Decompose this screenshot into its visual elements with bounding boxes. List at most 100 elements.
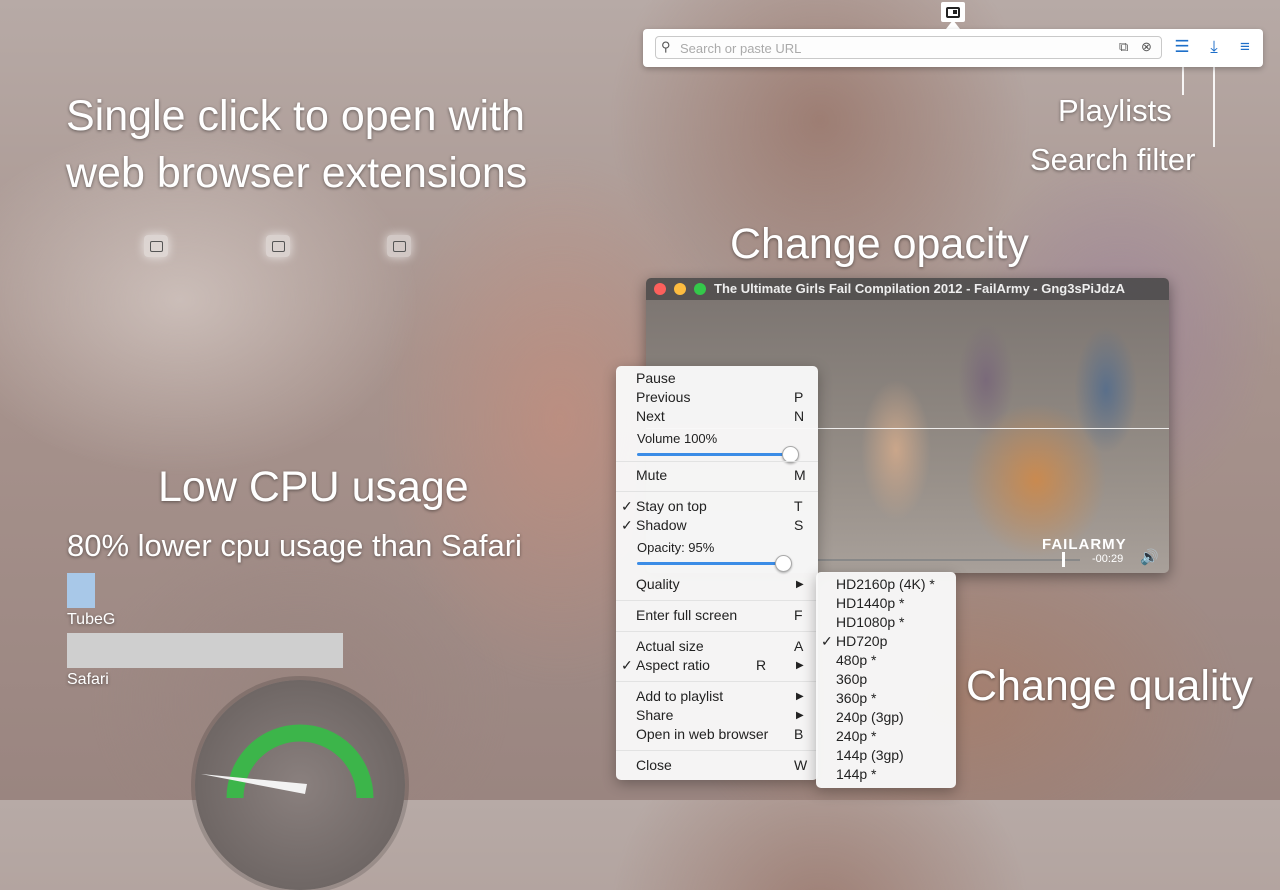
quality-option[interactable]: 144p (3gp)	[816, 746, 956, 765]
menu-item-pause[interactable]: Pause	[616, 369, 818, 388]
menu-item-label: Aspect ratio	[636, 657, 710, 673]
seek-knob[interactable]	[1062, 552, 1065, 567]
headline-change-quality: Change quality	[966, 662, 1253, 710]
playlists-pointer-line	[1182, 67, 1184, 95]
menu-item-mute[interactable]: Mute M	[616, 466, 818, 485]
search-filter-button[interactable]: ⤓	[1204, 38, 1224, 56]
headline-single-click-line2: web browser extensions	[66, 149, 528, 197]
video-window-icon	[392, 240, 406, 252]
menu-item-label: Close	[636, 757, 672, 773]
menu-item-share[interactable]: Share ▶	[616, 706, 818, 725]
quality-option[interactable]: HD1440p *	[816, 594, 956, 613]
quality-option-label: HD2160p (4K) *	[836, 576, 935, 592]
menu-item-shortcut: N	[794, 408, 805, 424]
popover-toolbar: ⚲ ⧉ ⊗ ☰ ⤓ ≡	[643, 29, 1263, 67]
headline-low-cpu: Low CPU usage	[158, 463, 469, 511]
quality-option[interactable]: 360p *	[816, 689, 956, 708]
menu-separator	[616, 631, 818, 632]
menu-item-aspect-ratio[interactable]: ✓ Aspect ratio R ▶	[616, 656, 818, 675]
player-titlebar: The Ultimate Girls Fail Compilation 2012…	[646, 278, 1169, 300]
cpu-gauge	[195, 680, 405, 890]
submenu-arrow-icon: ▶	[796, 579, 804, 590]
menu-item-label: Stay on top	[636, 498, 707, 514]
volume-label-text: Volume 100%	[637, 431, 718, 446]
menu-item-label: Shadow	[636, 517, 687, 533]
quality-option[interactable]: 360p	[816, 670, 956, 689]
menu-item-next[interactable]: Next N	[616, 407, 818, 426]
quality-option[interactable]: HD1080p *	[816, 613, 956, 632]
video-watermark: FAILARMY	[1042, 536, 1127, 553]
menu-item-label: Add to playlist	[636, 688, 724, 704]
volume-icon[interactable]: 🔊	[1140, 548, 1159, 566]
search-input[interactable]	[678, 38, 1102, 58]
paste-icon[interactable]: ⧉	[1119, 39, 1128, 55]
headline-single-click: Single click to open with web browser ex…	[66, 88, 527, 202]
video-window-icon	[271, 240, 285, 252]
menu-item-stay-on-top[interactable]: ✓ Stay on top T	[616, 497, 818, 516]
menu-item-add-to-playlist[interactable]: Add to playlist ▶	[616, 687, 818, 706]
menu-item-shortcut: T	[794, 498, 803, 514]
zoom-window-button[interactable]	[694, 283, 706, 295]
checkmark-icon: ✓	[621, 517, 633, 533]
menu-item-label: Enter full screen	[636, 607, 738, 623]
quality-option[interactable]: HD2160p (4K) *	[816, 575, 956, 594]
opacity-label-text: Opacity: 95%	[637, 540, 715, 555]
quality-option-label: 144p (3gp)	[836, 747, 904, 763]
submenu-arrow-icon: ▶	[796, 710, 804, 721]
menu-item-close[interactable]: Close W	[616, 756, 818, 775]
menu-item-shortcut: S	[794, 517, 804, 533]
menu-separator	[616, 681, 818, 682]
search-icon: ⚲	[661, 39, 671, 54]
quality-option[interactable]: 144p *	[816, 765, 956, 784]
menu-button[interactable]: ≡	[1235, 38, 1255, 56]
menu-item-shortcut: M	[794, 467, 806, 483]
headline-cpu-sub: 80% lower cpu usage than Safari	[67, 528, 522, 563]
menu-item-shortcut: B	[794, 726, 804, 742]
seek-bar[interactable]	[818, 559, 1080, 561]
headline-single-click-line1: Single click to open with	[66, 92, 525, 140]
safari-label: Safari	[67, 671, 109, 688]
menu-item-shortcut: R	[756, 657, 767, 673]
label-playlists: Playlists	[1058, 93, 1172, 128]
video-window-icon	[946, 6, 960, 18]
menu-separator	[616, 600, 818, 601]
quality-option-label: HD1440p *	[836, 595, 905, 611]
menu-item-shortcut: W	[794, 757, 808, 773]
quality-submenu: HD2160p (4K) * HD1440p * HD1080p * ✓ HD720p 4…	[816, 572, 956, 788]
menu-item-label: Actual size	[636, 638, 704, 654]
quality-option[interactable]: 480p *	[816, 651, 956, 670]
menu-item-previous[interactable]: Previous P	[616, 388, 818, 407]
clear-icon[interactable]: ⊗	[1141, 39, 1152, 55]
quality-option-label: 480p *	[836, 652, 877, 668]
player-title: The Ultimate Girls Fail Compilation 2012…	[714, 281, 1126, 296]
quality-option[interactable]: 240p *	[816, 727, 956, 746]
checkmark-icon: ✓	[621, 657, 633, 673]
close-window-button[interactable]	[654, 283, 666, 295]
minimize-window-button[interactable]	[674, 283, 686, 295]
time-remaining: -00:29	[1092, 553, 1124, 565]
menu-item-shadow[interactable]: ✓ Shadow S	[616, 516, 818, 535]
menu-item-quality[interactable]: Quality ▶	[616, 575, 818, 594]
menubar-app-icon[interactable]	[941, 2, 965, 22]
menu-item-label: Share	[636, 707, 674, 723]
menu-item-label: Pause	[636, 370, 676, 386]
search-filter-pointer-line	[1213, 67, 1215, 147]
checkmark-icon: ✓	[821, 633, 833, 649]
context-menu: Pause Previous P Next N Volume 100% Mute M …	[616, 366, 818, 780]
extension-icon-1	[144, 235, 168, 257]
quality-option[interactable]: 240p (3gp)	[816, 708, 956, 727]
menu-separator	[616, 461, 818, 462]
playlists-button[interactable]: ☰	[1172, 38, 1192, 56]
menu-item-label: Open in web browser	[636, 726, 769, 742]
headline-change-opacity: Change opacity	[730, 220, 1029, 268]
opacity-slider-knob[interactable]	[775, 555, 792, 572]
menu-item-open-in-browser[interactable]: Open in web browser B	[616, 725, 818, 744]
menu-item-full-screen[interactable]: Enter full screen F	[616, 606, 818, 625]
menu-separator	[616, 750, 818, 751]
quality-option[interactable]: ✓ HD720p	[816, 632, 956, 651]
opacity-slider[interactable]	[637, 562, 790, 565]
menu-item-shortcut: A	[794, 638, 804, 654]
quality-option-label: 144p *	[836, 766, 877, 782]
menu-item-actual-size[interactable]: Actual size A	[616, 637, 818, 656]
volume-slider[interactable]	[637, 453, 790, 456]
